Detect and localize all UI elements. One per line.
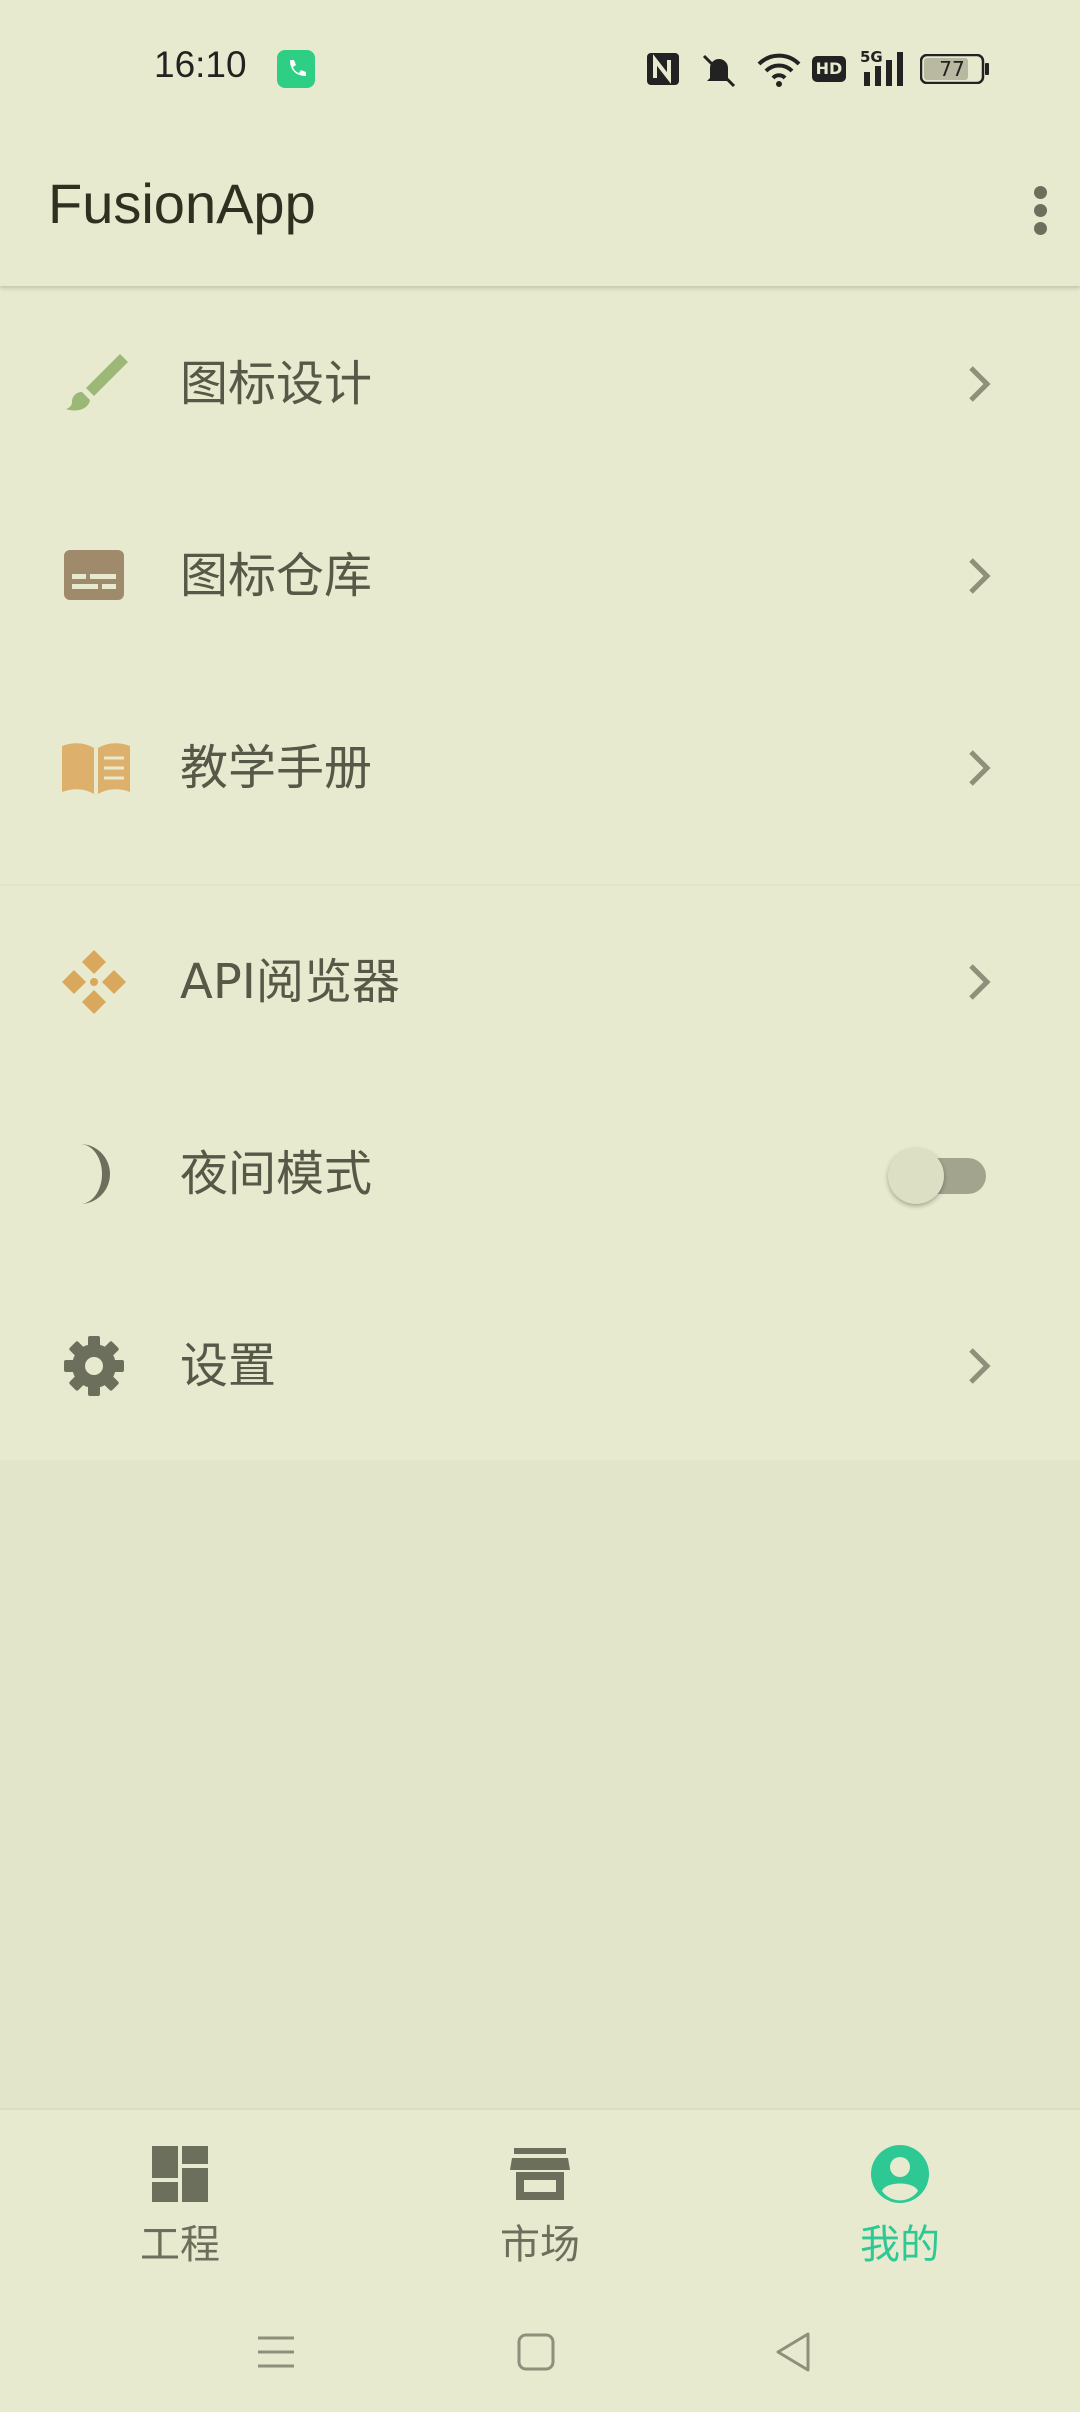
nav-tab-label: 工程 bbox=[140, 2222, 220, 2268]
menu-item-label: 图标仓库 bbox=[180, 548, 373, 604]
status-icons: HD 5G 77 bbox=[560, 0, 1080, 138]
api-icon bbox=[60, 950, 132, 1014]
menu-item-icon-design[interactable]: 图标设计 bbox=[0, 288, 1080, 480]
menu-item-icon-repository[interactable]: 图标仓库 bbox=[0, 480, 1080, 672]
menu-item-tutorial[interactable]: 教学手册 bbox=[0, 672, 1080, 864]
menu-item-label: 设置 bbox=[180, 1338, 277, 1394]
chevron-right-icon bbox=[965, 746, 997, 790]
menu-section-tools: 图标设计 图标仓库 教学手册 bbox=[0, 288, 1080, 884]
account-icon bbox=[870, 2144, 930, 2204]
menu-item-label: API阅览器 bbox=[180, 954, 400, 1010]
menu-item-label: 夜间模式 bbox=[180, 1146, 373, 1202]
nav-tab-label: 市场 bbox=[500, 2222, 580, 2268]
overflow-menu-button[interactable] bbox=[1010, 168, 1070, 252]
battery-icon: 77 bbox=[920, 54, 990, 84]
mute-icon bbox=[696, 52, 742, 92]
night-mode-toggle[interactable] bbox=[888, 1148, 988, 1204]
moon-icon bbox=[60, 1142, 132, 1206]
chevron-right-icon bbox=[965, 1344, 997, 1388]
more-vert-icon bbox=[1034, 186, 1047, 199]
nav-tab-label: 我的 bbox=[860, 2222, 940, 2268]
recent-apps-button[interactable] bbox=[246, 2322, 306, 2382]
battery-level-text: 77 bbox=[939, 57, 965, 81]
hd-icon: HD bbox=[812, 56, 846, 82]
toggle-thumb bbox=[888, 1148, 944, 1204]
brush-icon bbox=[60, 352, 132, 416]
gear-icon bbox=[60, 1334, 132, 1398]
dashboard-icon bbox=[150, 2144, 210, 2204]
menu-item-night-mode[interactable]: 夜间模式 bbox=[0, 1078, 1080, 1270]
hd-badge-text: HD bbox=[815, 59, 843, 78]
menu-item-api-browser[interactable]: API阅览器 bbox=[0, 886, 1080, 1078]
phone-call-icon bbox=[277, 50, 315, 88]
app-bar: FusionApp bbox=[0, 138, 1080, 286]
app-title: FusionApp bbox=[48, 172, 316, 235]
nav-tab-market[interactable]: 市场 bbox=[360, 2110, 720, 2304]
menu-item-label: 教学手册 bbox=[180, 740, 373, 796]
storage-icon bbox=[60, 544, 132, 608]
nfc-icon bbox=[646, 52, 680, 90]
nav-tab-projects[interactable]: 工程 bbox=[0, 2110, 360, 2304]
home-button[interactable] bbox=[506, 2322, 566, 2382]
book-icon bbox=[60, 736, 132, 800]
bottom-navigation: 工程 市场 我的 bbox=[0, 2108, 1080, 2304]
more-vert-icon-dot bbox=[1034, 204, 1047, 217]
system-navigation-bar bbox=[0, 2302, 1080, 2412]
menu-section-app: API阅览器 夜间模式 设置 bbox=[0, 886, 1080, 1460]
store-icon bbox=[510, 2144, 570, 2204]
chevron-right-icon bbox=[965, 362, 997, 406]
chevron-right-icon bbox=[965, 554, 997, 598]
menu-item-label: 图标设计 bbox=[180, 356, 373, 412]
nav-tab-mine[interactable]: 我的 bbox=[720, 2110, 1080, 2304]
wifi-icon bbox=[756, 52, 802, 92]
menu-item-settings[interactable]: 设置 bbox=[0, 1270, 1080, 1462]
back-button[interactable] bbox=[764, 2322, 824, 2382]
signal-icon: 5G bbox=[860, 48, 910, 88]
chevron-right-icon bbox=[965, 960, 997, 1004]
more-vert-icon-dot bbox=[1034, 222, 1047, 235]
status-bar: 16:10 HD 5G 77 bbox=[0, 0, 1080, 138]
status-time: 16:10 bbox=[154, 44, 247, 85]
